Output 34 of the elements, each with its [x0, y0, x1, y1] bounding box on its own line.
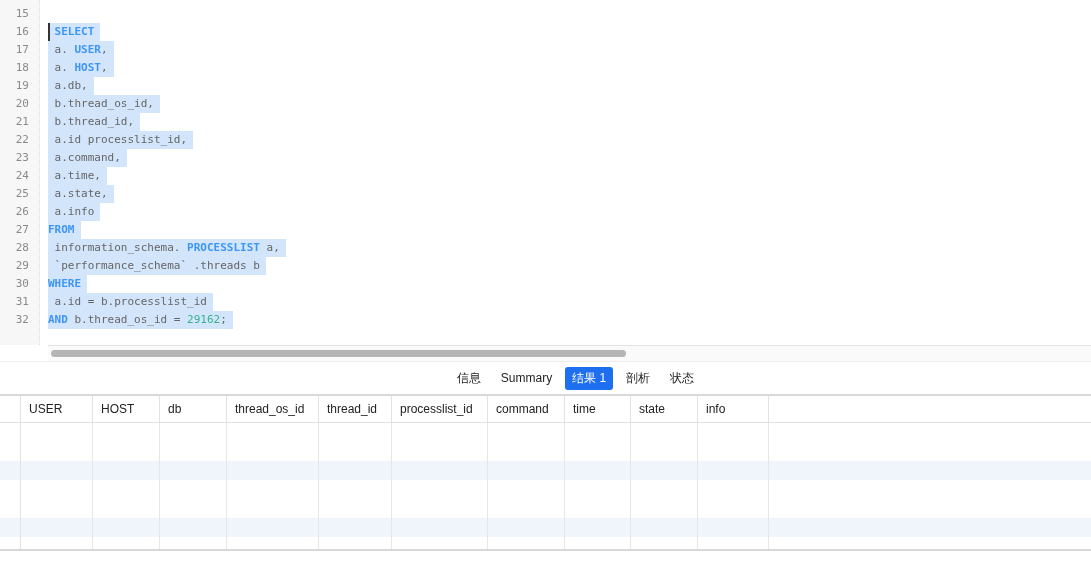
column-header[interactable]: processlist_id: [392, 396, 488, 422]
line-number: 23: [14, 150, 30, 166]
line-number: 17: [14, 42, 30, 58]
line-number: 26: [14, 204, 30, 220]
column-header[interactable]: HOST: [93, 396, 160, 422]
column-header[interactable]: state: [631, 396, 698, 422]
column-header[interactable]: time: [565, 396, 631, 422]
line-number: 24: [14, 168, 30, 184]
line-number: 18: [14, 60, 30, 76]
column-header[interactable]: USER: [21, 396, 93, 422]
line-number: 19: [14, 78, 30, 94]
line-number: 32: [14, 312, 30, 328]
column-header[interactable]: db: [160, 396, 227, 422]
column-header[interactable]: command: [488, 396, 565, 422]
scrollbar-thumb[interactable]: [51, 350, 626, 357]
line-number: 16: [14, 24, 30, 40]
column-header[interactable]: thread_id: [319, 396, 392, 422]
line-number: 20: [14, 96, 30, 112]
line-number: 29: [14, 258, 30, 274]
line-number: 15: [14, 6, 30, 22]
line-number: 22: [14, 132, 30, 148]
result-tab[interactable]: 信息: [449, 366, 488, 390]
line-number: 21: [14, 114, 30, 130]
line-number: 27: [14, 222, 30, 238]
column-header[interactable]: thread_os_id: [227, 396, 319, 422]
column-header[interactable]: info: [698, 396, 769, 422]
result-tab[interactable]: 结果 1: [565, 366, 614, 390]
line-number: 28: [14, 240, 30, 256]
result-tab[interactable]: Summary: [493, 368, 560, 388]
line-number: 31: [14, 294, 30, 310]
line-number: 30: [14, 276, 30, 292]
result-tab[interactable]: 剖析: [619, 366, 658, 390]
result-tab[interactable]: 状态: [663, 366, 702, 390]
line-number: 25: [14, 186, 30, 202]
